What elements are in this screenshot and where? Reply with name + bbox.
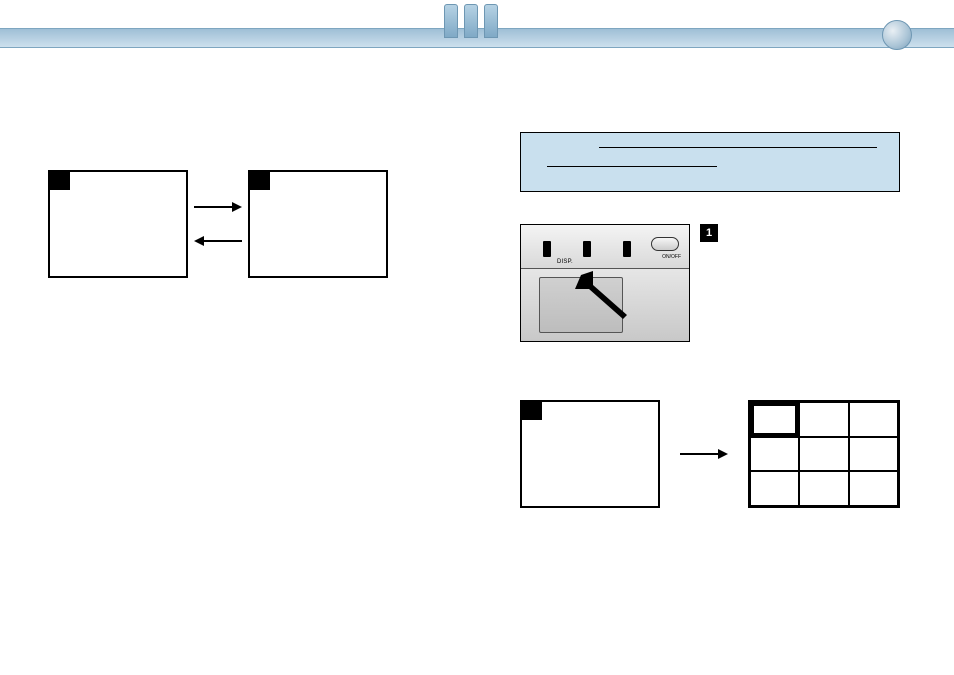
grid-cell [849, 402, 898, 437]
left-column [48, 170, 428, 278]
camera-frame: DISP. ON/OFF [520, 224, 690, 342]
grid-cell [849, 471, 898, 506]
camera-illustration: DISP. ON/OFF 1 [520, 224, 900, 342]
arrow-right [676, 448, 732, 460]
grid-cell [799, 437, 848, 472]
top-decoration [0, 0, 954, 54]
tab [484, 4, 498, 38]
disp-label: DISP. [557, 259, 573, 265]
step-badge: 1 [700, 224, 718, 242]
corner-icon [522, 402, 542, 420]
box-to-grid-sequence [520, 400, 900, 508]
arrow-right-icon [192, 201, 244, 213]
screen-box-left [48, 170, 188, 278]
screen-box-right [248, 170, 388, 278]
arrow-left-icon [192, 235, 244, 247]
button-slot [583, 241, 591, 257]
tab [444, 4, 458, 38]
button-slot [623, 241, 631, 257]
tab [464, 4, 478, 38]
corner-icon [250, 172, 270, 190]
grid-cell [750, 471, 799, 506]
screen-box-single [520, 400, 660, 508]
top-tabs [444, 4, 498, 38]
right-column: DISP. ON/OFF 1 [520, 132, 900, 508]
grid-cell [799, 402, 848, 437]
knob-icon [882, 20, 912, 50]
grid-cell [799, 471, 848, 506]
onoff-label: ON/OFF [662, 254, 681, 260]
grid-cell-highlight [750, 402, 799, 437]
grid-cell [750, 437, 799, 472]
arrow-right-icon [678, 448, 730, 460]
box-pair [48, 170, 428, 278]
button-slot [543, 241, 551, 257]
grid-cell [849, 437, 898, 472]
corner-icon [50, 172, 70, 190]
callout-rule [599, 147, 877, 148]
bidirectional-arrows [188, 201, 248, 247]
power-switch-icon [651, 237, 679, 251]
thumbnail-grid [748, 400, 900, 508]
callout-box [520, 132, 900, 192]
callout-rule [547, 166, 717, 167]
